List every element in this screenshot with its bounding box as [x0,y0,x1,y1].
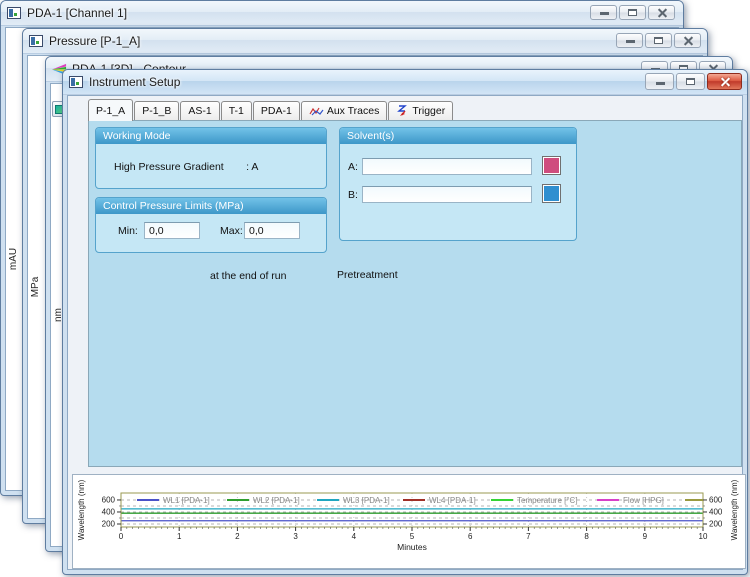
y-tick-label-left: 200 [102,519,116,528]
titlebar-pda1-channel1[interactable]: PDA-1 [Channel 1] [1,1,683,26]
window-instrument-setup: Instrument Setup P-1_A P-1_B AS-1 T-1 PDA-1 A… [62,69,748,575]
pretreatment-label: Pretreatment [337,269,398,281]
legend-label: Flow [HPG] [623,496,664,505]
max-label: Max: [220,225,243,237]
tab-label: P-1_B [142,105,171,117]
group-title: Working Mode [96,128,326,144]
tab-pda-1[interactable]: PDA-1 [253,101,300,120]
window-title: Pressure [P-1_A] [49,34,140,48]
chromatogram-window-icon [7,7,22,19]
setup-tab-strip: P-1_A P-1_B AS-1 T-1 PDA-1 Aux Traces Trigger [88,99,454,120]
legend-label: WL3 [PDA-1] [343,496,390,505]
working-mode-group: Working Mode High Pressure Gradient : A [95,127,327,189]
tab-label: AS-1 [188,105,211,117]
x-tick-label: 10 [699,532,708,541]
tab-as-1[interactable]: AS-1 [180,101,219,120]
y-tick-label-right: 600 [709,495,723,504]
instrument-setup-icon [69,76,84,88]
window-title: PDA-1 [Channel 1] [27,6,127,20]
x-tick-label: 8 [584,532,589,541]
x-tick-label: 3 [293,532,298,541]
min-pressure-input[interactable] [144,222,200,239]
minimize-button[interactable] [616,33,643,48]
maximize-button[interactable] [645,33,672,48]
chromatogram-window-icon [29,35,44,47]
legend-label: WL1 [PDA-1] [163,496,210,505]
trigger-icon [396,105,409,117]
x-tick-label: 7 [526,532,531,541]
program-preview-chart: 012345678910200200400400600600WL1 [PDA-1… [73,475,745,568]
tab-label: PDA-1 [261,105,292,117]
x-tick-label: 1 [177,532,182,541]
tab-trigger[interactable]: Trigger [388,101,453,120]
close-button[interactable] [648,5,675,20]
close-button[interactable] [674,33,701,48]
solvent-b-label: B: [348,189,358,201]
tab-page-p1a: Working Mode High Pressure Gradient : A … [88,120,742,467]
solvent-b-input[interactable] [362,186,532,203]
y-axis-title-left: Wavelength (nm) [77,479,86,540]
y-axis-label: mAU [8,248,19,270]
y-tick-label-right: 200 [709,519,723,528]
tab-label: Aux Traces [327,105,380,117]
program-preview-pane: 012345678910200200400400600600WL1 [PDA-1… [72,474,746,569]
minimize-button[interactable] [645,73,674,90]
desktop: PDA-1 [Channel 1] mAU Pressure [P-1_A] M… [0,0,750,577]
titlebar-pressure[interactable]: Pressure [P-1_A] [23,29,707,54]
y-axis-label: MPa [30,277,41,298]
tab-p-1-b[interactable]: P-1_B [134,101,179,120]
y-axis-title-right: Wavelength (nm) [730,479,739,540]
tab-label: P-1_A [96,105,125,117]
max-pressure-input[interactable] [244,222,300,239]
x-tick-label: 2 [235,532,240,541]
x-tick-label: 4 [352,532,357,541]
group-title: Control Pressure Limits (MPa) [96,198,326,214]
maximize-button[interactable] [619,5,646,20]
min-label: Min: [118,225,138,237]
maximize-button[interactable] [676,73,705,90]
tab-label: T-1 [229,105,244,117]
legend-label: Temperature [°C] [517,496,578,505]
y-tick-label-left: 400 [102,507,116,516]
legend-label: WL2 [PDA-1] [253,496,300,505]
y-tick-label-right: 400 [709,507,723,516]
tab-aux-traces[interactable]: Aux Traces [301,101,388,120]
x-tick-label: 5 [410,532,415,541]
close-button[interactable] [707,73,742,90]
y-tick-label-left: 600 [102,495,116,504]
tab-label: Trigger [412,105,445,117]
x-axis-title: Minutes [397,542,427,552]
minimize-button[interactable] [590,5,617,20]
aux-traces-icon [309,106,324,116]
x-tick-label: 9 [643,532,648,541]
x-tick-label: 6 [468,532,473,541]
working-mode-value: : A [246,161,258,173]
solvent-a-label: A: [348,161,358,173]
solvent-b-color-swatch[interactable] [542,184,561,203]
solvent-a-input[interactable] [362,158,532,175]
legend-label: WL4 [PDA-1] [429,496,476,505]
solvents-group: Solvent(s) A: B: [339,127,577,241]
instrument-setup-client: P-1_AP-1_BAS-1T-1PDA-1Aux TracesTrigger … [67,95,743,570]
x-tick-label: 0 [119,532,124,541]
working-mode-label: High Pressure Gradient [114,161,224,173]
solvent-a-color-swatch[interactable] [542,156,561,175]
end-of-run-text: at the end of run [210,270,286,282]
tab-t-1[interactable]: T-1 [221,101,252,120]
window-title: Instrument Setup [89,75,180,89]
pressure-limits-group: Control Pressure Limits (MPa) Min: Max: [95,197,327,253]
tab-p-1-a[interactable]: P-1_A [88,99,133,121]
group-title: Solvent(s) [340,128,576,144]
